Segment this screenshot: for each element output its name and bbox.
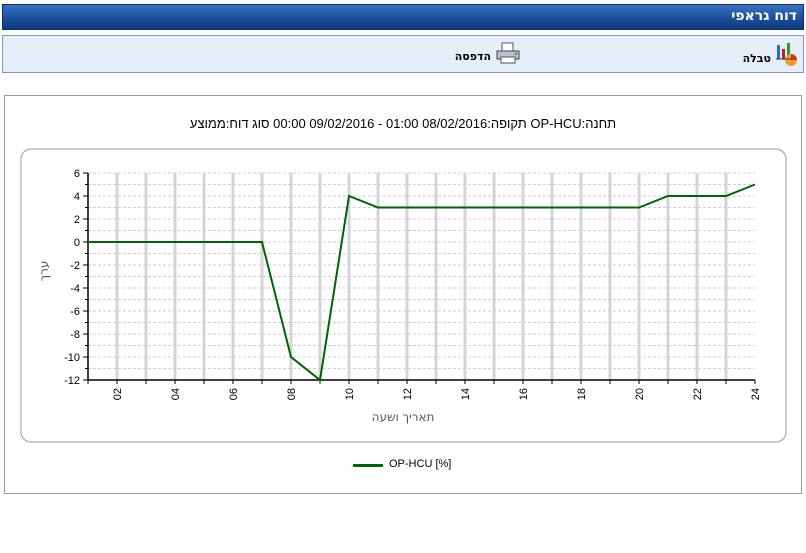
- x-tick-label: 08: [286, 388, 298, 400]
- x-tick-label: 02: [112, 388, 124, 400]
- x-tick-label: 14: [460, 388, 472, 400]
- x-axis-label: תאריך ושעה: [372, 410, 435, 424]
- y-tick-label: -10: [64, 352, 80, 364]
- x-tick-label: 10: [344, 388, 356, 400]
- x-tick-label: 24: [750, 388, 762, 400]
- x-tick-label: 20: [634, 388, 646, 400]
- y-tick-label: -8: [70, 329, 80, 341]
- y-tick-label: -2: [70, 260, 80, 272]
- y-tick-label: 2: [74, 214, 80, 226]
- y-tick-label: 4: [74, 191, 80, 203]
- y-tick-label: -4: [70, 283, 80, 295]
- chart-title: תקופה:08/02/2016 01:00 - 09/02/2016 00:0…: [190, 116, 616, 131]
- x-tick-label: 06: [228, 388, 240, 400]
- x-tick-label: 16: [518, 388, 530, 400]
- legend-label: OP-HCU [%]: [389, 458, 452, 470]
- x-tick-label: 12: [402, 388, 414, 400]
- line-chart: תקופה:08/02/2016 01:00 - 09/02/2016 00:0…: [20, 116, 787, 443]
- y-tick-label: 0: [74, 237, 80, 249]
- y-axis-label: ערך: [37, 261, 51, 282]
- y-tick-label: -6: [70, 306, 80, 318]
- x-tick-label: 22: [692, 388, 704, 400]
- y-tick-label: -12: [64, 375, 80, 387]
- x-tick-label: 04: [170, 388, 182, 400]
- y-tick-label: 6: [74, 168, 80, 180]
- x-tick-label: 18: [576, 388, 588, 400]
- legend-swatch: [353, 464, 383, 467]
